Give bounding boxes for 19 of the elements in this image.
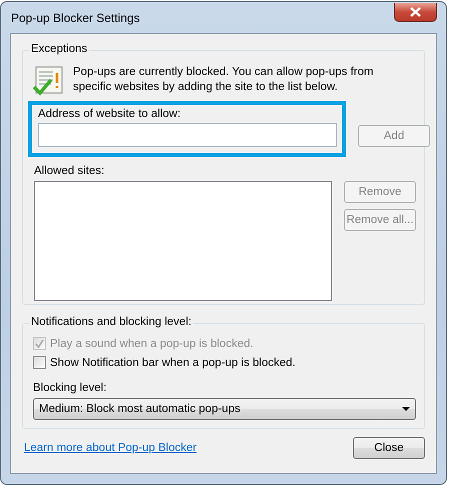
- blocking-level-label: Blocking level:: [33, 382, 108, 394]
- dropdown-arrow-icon: [402, 407, 410, 411]
- group-title: Exceptions: [29, 43, 90, 55]
- checkbox-label: Show Notification bar when a pop-up is blocked.: [50, 356, 296, 368]
- close-button[interactable]: [394, 3, 437, 22]
- allowed-sites-label: Allowed sites:: [34, 165, 106, 177]
- help-link[interactable]: Learn more about Pop-up Blocker: [24, 442, 197, 454]
- document-check-icon: [33, 65, 65, 98]
- address-input[interactable]: [38, 123, 337, 147]
- blocking-level-dropdown[interactable]: Medium: Block most automatic pop-ups: [33, 398, 416, 420]
- checkbox-label: Play a sound when a pop-up is blocked.: [50, 338, 254, 350]
- close-dialog-button[interactable]: Close: [353, 437, 425, 459]
- group-title: Notifications and blocking level:: [29, 316, 194, 328]
- info-message: Pop-ups are currently blocked. You can allow pop-ups from specific websites by adding the site to the list below.: [73, 65, 374, 95]
- window-title: Pop-up Blocker Settings: [10, 10, 140, 24]
- close-icon: [410, 7, 421, 17]
- address-label: Address of website to allow:: [38, 108, 182, 120]
- allowed-sites-list[interactable]: [34, 181, 332, 301]
- checkbox[interactable]: [33, 356, 46, 369]
